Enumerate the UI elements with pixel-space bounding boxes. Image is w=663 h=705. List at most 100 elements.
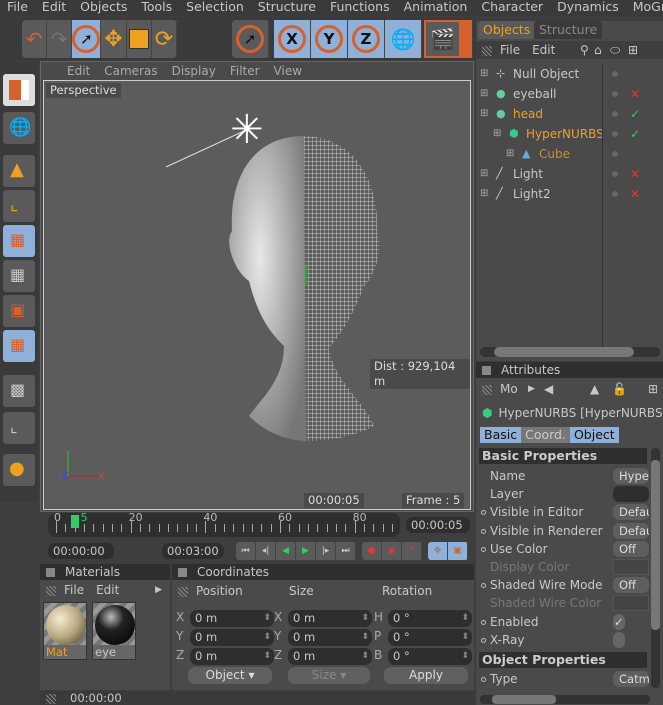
disabled-x-icon[interactable]: ✕ [630,84,640,104]
expand-icon[interactable]: ⊞ [493,124,501,144]
animate-bullet-icon[interactable] [481,619,486,625]
menu-objects[interactable]: Objects [73,0,134,16]
polygons-mode-button[interactable]: ▣ [3,295,35,327]
attribute-value[interactable]: Off [613,577,649,594]
objects-menu-file[interactable]: File [500,43,520,57]
menu-selection[interactable]: Selection [179,0,251,16]
selection-tool-button[interactable]: ➚ [232,20,269,58]
y-axis-button[interactable]: Y [311,20,348,58]
live-selection-button[interactable]: ➚ [72,20,102,58]
coordinate-field[interactable]: 0 m [190,629,274,646]
record-key-button[interactable]: ● [362,542,382,560]
attributes-mode-menu[interactable]: Mo [500,382,518,396]
end-time-field[interactable]: 00:03:00 [162,543,224,559]
search-icon[interactable]: ⚲ [580,41,589,59]
points-mode-button[interactable]: ▦ [3,225,35,257]
texture-axis-button[interactable]: 🌐 [3,112,35,144]
viewport-menu-filter[interactable]: Filter [230,64,260,78]
viewport-menu-cameras[interactable]: Cameras [104,64,157,78]
coordinate-field[interactable]: 0 ° [388,629,472,646]
key-position-button[interactable]: ✥ [428,542,448,560]
menu-character[interactable]: Character [474,0,550,16]
menu-animation[interactable]: Animation [397,0,475,16]
attributes-hscrollbar[interactable] [480,695,650,704]
enabled-check-icon[interactable]: ✓ [630,104,640,124]
undo-button[interactable]: ↶ [22,20,48,58]
objects-hscrollbar[interactable] [480,347,660,357]
viewport-menu-display[interactable]: Display [172,64,216,78]
menu-edit[interactable]: Edit [35,0,73,16]
coordinate-mode-dropdown[interactable]: Object ▾ [188,667,272,684]
viewport-menu-edit[interactable]: Edit [67,64,90,78]
playhead[interactable] [70,515,79,528]
object-row[interactable]: ⊞ ╱ Light2 ✕ [476,184,663,204]
disabled-x-icon[interactable]: ✕ [630,164,640,184]
disabled-x-icon[interactable]: ✕ [630,184,640,204]
animate-bullet-icon[interactable] [481,637,486,643]
expand-icon[interactable]: ⊞ [480,104,488,124]
x-axis-button[interactable]: X [274,20,311,58]
uv-mode-button[interactable]: ▦ [3,330,35,362]
object-row[interactable]: ⊞ ▲ Cube [476,144,663,164]
tab-basic[interactable]: Basic [480,427,522,443]
attribute-value[interactable]: Default [613,522,649,539]
menu-file[interactable]: File [0,0,35,16]
back-icon[interactable]: ◀ [544,380,553,398]
coordinate-field[interactable]: 0 m [190,648,274,665]
size-mode-dropdown[interactable]: Size ▾ [288,667,370,684]
tab-coord[interactable]: Coord. [521,427,570,443]
object-mode-button[interactable]: ⌞ [3,190,35,222]
attributes-vscrollbar[interactable] [651,448,660,688]
home-icon[interactable]: ⌂ [594,41,602,59]
tab-object[interactable]: Object [569,427,619,443]
animate-bullet-icon[interactable] [481,546,486,552]
visibility-dot[interactable] [612,151,618,157]
coordinate-field[interactable]: 0 m [288,610,372,627]
visibility-dot[interactable] [612,71,618,77]
render-picture-button[interactable] [461,20,473,58]
menu-mogra[interactable]: MoGra [626,0,663,16]
key-help-button[interactable]: ? [402,542,422,560]
menu-tools[interactable]: Tools [134,0,179,16]
render-view-button[interactable]: 🎬 [424,20,461,58]
menu-structure[interactable]: Structure [251,0,323,16]
attribute-value[interactable]: ✓ [613,613,625,630]
materials-menu-edit[interactable]: Edit [96,583,119,597]
visibility-dot[interactable] [612,111,618,117]
world-coordinates-button[interactable]: 🌐 [385,20,422,58]
lock-icon[interactable]: 🔓 [612,380,627,398]
layout-button[interactable] [3,74,35,106]
move-button[interactable]: ✥ [101,20,127,58]
animate-bullet-icon[interactable] [481,677,486,682]
expand-icon[interactable]: ⊞ [506,144,514,164]
model-mode-button[interactable]: ▲ [3,155,35,187]
animate-bullet-icon[interactable] [481,583,486,589]
redo-button[interactable]: ↷ [47,20,73,58]
auto-key-button[interactable]: ◉ [382,542,402,560]
rotate-button[interactable]: ⟳ [152,20,178,58]
object-row[interactable]: ⊞ ● head ✓ [476,104,663,124]
attribute-value[interactable] [613,631,625,648]
new-window-icon[interactable]: ⊞ [648,380,658,398]
animate-bullet-icon[interactable] [481,528,486,534]
object-row[interactable]: ⊞ ⬢ HyperNURBS ✓ [476,124,663,144]
start-time-field[interactable]: 00:00:00 [48,543,114,559]
materials-menu-file[interactable]: File [64,583,84,597]
coordinate-field[interactable]: 0 m [190,610,274,627]
visibility-dot[interactable] [612,91,618,97]
next-key-button[interactable]: |▸ [316,542,336,560]
coordinate-field[interactable]: 0 m [288,648,372,665]
checker-button[interactable]: ▩ [3,375,35,407]
attribute-value[interactable]: HyperNURBS [613,468,649,484]
prev-key-button[interactable]: ◂| [256,542,276,560]
z-axis-button[interactable]: Z [348,20,385,58]
coordinate-field[interactable]: 0 m [288,629,372,646]
up-icon[interactable]: ▲ [590,380,599,398]
go-start-button[interactable]: ⏮ [236,542,256,560]
key-scale-button[interactable]: ▣ [448,542,468,560]
enabled-check-icon[interactable]: ✓ [630,124,640,144]
object-row[interactable]: ⊞ ⊹ Null Object [476,64,663,84]
menu-dynamics[interactable]: Dynamics [550,0,626,16]
animate-bullet-icon[interactable] [481,510,486,516]
material-eye[interactable]: eye [92,602,136,660]
